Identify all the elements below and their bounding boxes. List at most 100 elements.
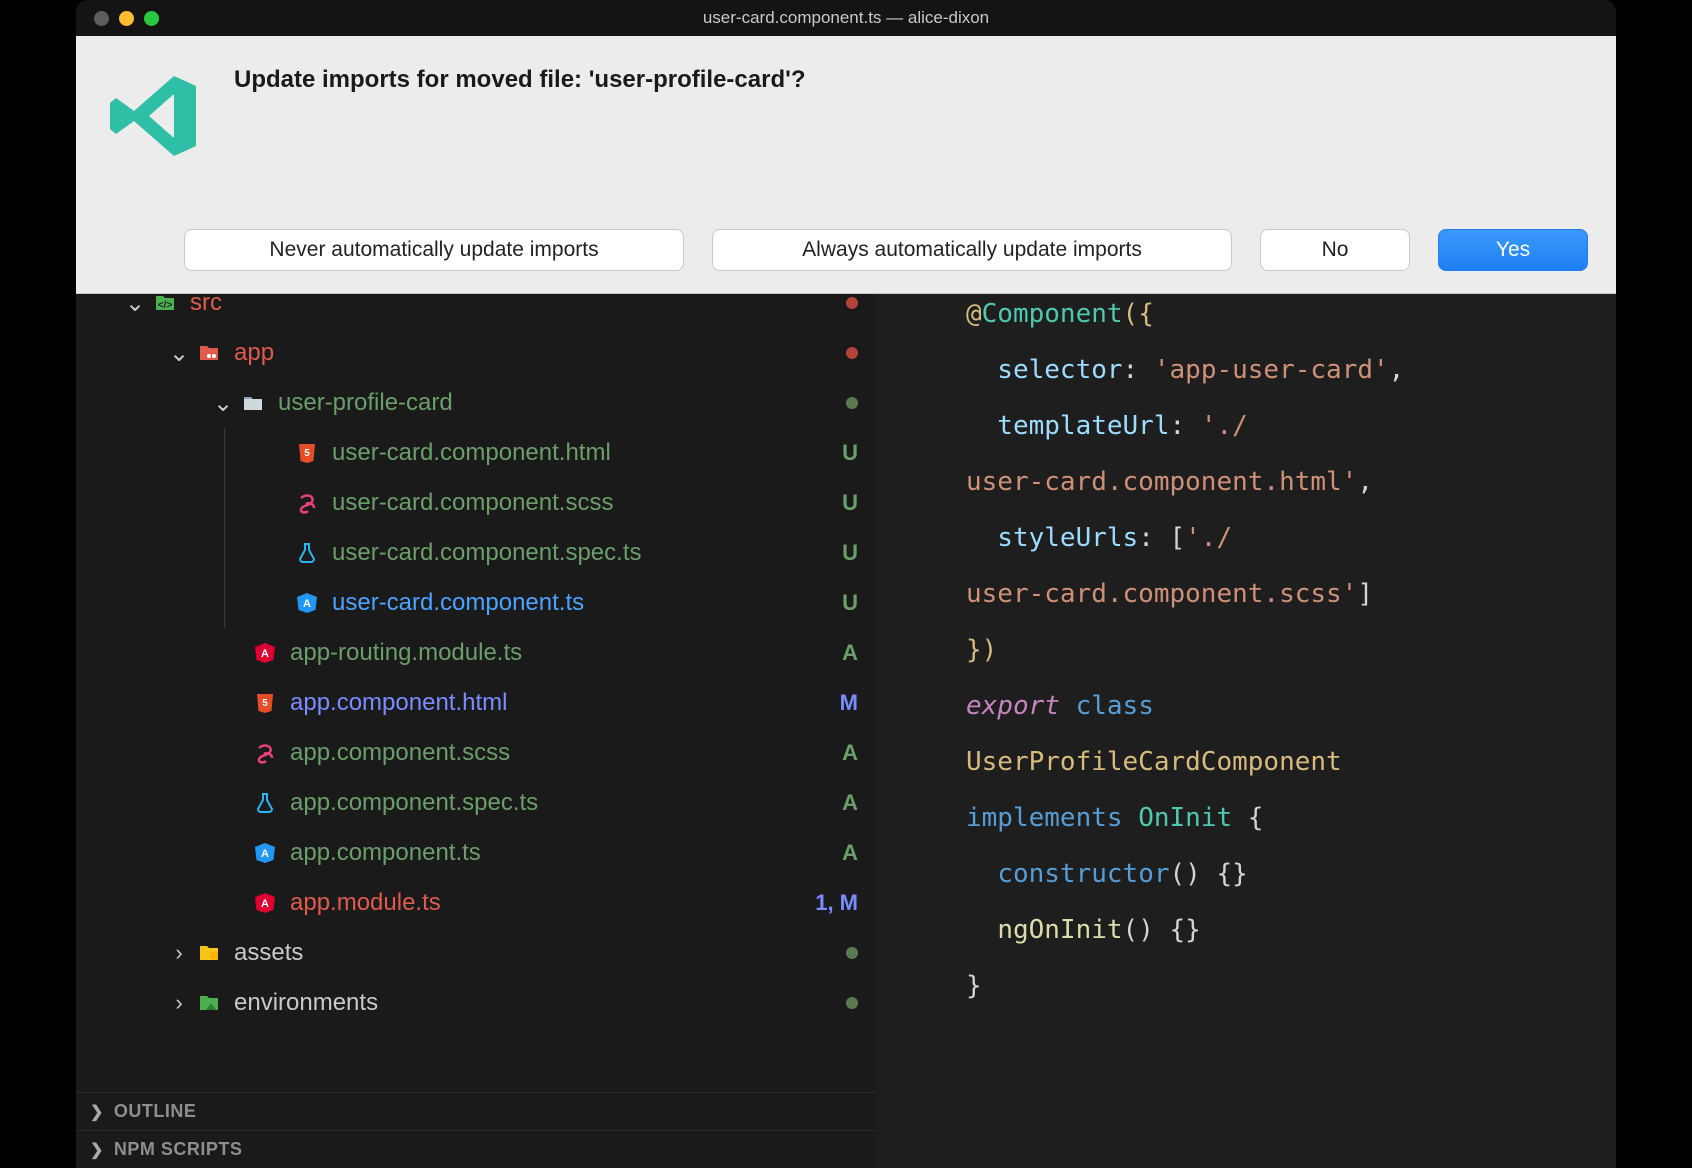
code-line: ngOnInit() {} xyxy=(966,902,1596,958)
never-update-button[interactable]: Never automatically update imports xyxy=(184,229,684,271)
tree-item-environments[interactable]: › environments xyxy=(76,978,876,1028)
html-icon: 5 xyxy=(294,440,320,466)
tree-item-uc-ts[interactable]: Auser-card.component.ts U xyxy=(76,578,876,628)
chevron-down-icon[interactable]: ⌄ xyxy=(168,339,190,368)
git-status-dot xyxy=(846,397,858,409)
chevron-right-icon: ❯ xyxy=(90,1102,104,1122)
titlebar: user-card.component.ts — alice-dixon xyxy=(76,0,1616,36)
code-line: user-card.component.html', xyxy=(966,454,1596,510)
git-status-dot xyxy=(846,997,858,1009)
assets-icon xyxy=(196,940,222,966)
svg-text:A: A xyxy=(303,598,311,610)
chevron-right-icon[interactable]: › xyxy=(168,990,190,1016)
tree-item-user-profile-card[interactable]: ⌄ user-profile-card xyxy=(76,378,876,428)
chevron-right-icon: ❯ xyxy=(90,1140,104,1160)
yes-button[interactable]: Yes xyxy=(1438,229,1588,271)
window-title: user-card.component.ts — alice-dixon xyxy=(76,8,1616,28)
tree-item-label: user-card.component.spec.ts xyxy=(332,539,830,567)
git-status-badge: U xyxy=(838,590,858,616)
env-icon xyxy=(196,990,222,1016)
tree-item-app-module[interactable]: Aapp.module.ts 1, M xyxy=(76,878,876,928)
update-imports-dialog: Update imports for moved file: 'user-pro… xyxy=(76,36,1616,294)
git-status-badge: A xyxy=(838,790,858,816)
folder-icon xyxy=(240,390,266,416)
code-line: styleUrls: ['./ xyxy=(966,510,1596,566)
tree-item-label: assets xyxy=(234,939,838,967)
spec-icon xyxy=(252,790,278,816)
code-line: }) xyxy=(966,622,1596,678)
svg-text:A: A xyxy=(261,648,269,660)
git-status-dot xyxy=(846,297,858,309)
tree-item-label: app.component.ts xyxy=(290,839,830,867)
git-status-badge: U xyxy=(838,440,858,466)
no-button[interactable]: No xyxy=(1260,229,1410,271)
outline-panel-header[interactable]: ❯ OUTLINE xyxy=(76,1092,876,1130)
tree-item-app[interactable]: ⌄ app xyxy=(76,328,876,378)
tree-item-uc-spec[interactable]: user-card.component.spec.ts U xyxy=(76,528,876,578)
svg-text:A: A xyxy=(261,898,269,910)
tree-item-label: app.component.spec.ts xyxy=(290,789,830,817)
svg-text:5: 5 xyxy=(304,448,310,459)
tree-item-app-html[interactable]: 5 app.component.html M xyxy=(76,678,876,728)
git-status-badge: U xyxy=(838,490,858,516)
git-status-badge: U xyxy=(838,540,858,566)
window-controls xyxy=(94,11,159,26)
tree-item-label: app.component.scss xyxy=(290,739,830,767)
tree-item-app-scss[interactable]: app.component.scss A xyxy=(76,728,876,778)
angular-icon: A xyxy=(252,840,278,866)
npm-scripts-panel-header[interactable]: ❯ NPM SCRIPTS xyxy=(76,1130,876,1168)
minimize-window-button[interactable] xyxy=(119,11,134,26)
angular-icon: A xyxy=(252,890,278,916)
svg-text:A: A xyxy=(261,848,269,860)
code-line: user-card.component.scss'] xyxy=(966,566,1596,622)
tree-item-label: user-card.component.html xyxy=(332,439,830,467)
chevron-down-icon[interactable]: ⌄ xyxy=(212,389,234,418)
git-status-badge: A xyxy=(838,640,858,666)
code-line: implements OnInit { xyxy=(966,790,1596,846)
code-line: export class xyxy=(966,678,1596,734)
tree-item-assets[interactable]: › assets xyxy=(76,928,876,978)
tree-item-app-routing[interactable]: Aapp-routing.module.ts A xyxy=(76,628,876,678)
tree-item-uc-scss[interactable]: user-card.component.scss U xyxy=(76,478,876,528)
editor-window: user-card.component.ts — alice-dixon Upd… xyxy=(76,0,1616,1168)
tree-item-label: user-profile-card xyxy=(278,389,838,417)
scss-icon xyxy=(294,490,320,516)
git-status-badge: A xyxy=(838,740,858,766)
npm-scripts-label: NPM SCRIPTS xyxy=(114,1139,243,1160)
zoom-window-button[interactable] xyxy=(144,11,159,26)
chevron-right-icon[interactable]: › xyxy=(168,940,190,966)
angular-icon: A xyxy=(252,640,278,666)
git-status-badge: M xyxy=(838,690,858,716)
vscode-logo-icon xyxy=(104,66,204,166)
tree-item-label: user-card.component.ts xyxy=(332,589,830,617)
close-window-button[interactable] xyxy=(94,11,109,26)
dialog-message: Update imports for moved file: 'user-pro… xyxy=(234,66,806,94)
code-line: UserProfileCardComponent xyxy=(966,734,1596,790)
git-status-badge: 1, M xyxy=(815,890,858,916)
tree-item-uc-html[interactable]: 5 user-card.component.html U xyxy=(76,428,876,478)
tree-item-label: app-routing.module.ts xyxy=(290,639,830,667)
folder-module-icon xyxy=(196,340,222,366)
tree-item-label: app.module.ts xyxy=(290,889,807,917)
code-line: templateUrl: './ xyxy=(966,398,1596,454)
spec-icon xyxy=(294,540,320,566)
html-icon: 5 xyxy=(252,690,278,716)
git-status-dot xyxy=(846,347,858,359)
code-line: constructor() {} xyxy=(966,846,1596,902)
svg-text:</>: </> xyxy=(158,300,173,311)
tree-item-app-spec[interactable]: app.component.spec.ts A xyxy=(76,778,876,828)
code-line: } xyxy=(966,958,1596,1014)
code-line: @Component({ xyxy=(966,286,1596,342)
tree-item-label: app xyxy=(234,339,838,367)
always-update-button[interactable]: Always automatically update imports xyxy=(712,229,1232,271)
tree-item-label: app.component.html xyxy=(290,689,830,717)
svg-text:5: 5 xyxy=(262,698,268,709)
tree-item-label: environments xyxy=(234,989,838,1017)
angular-icon: A xyxy=(294,590,320,616)
scss-icon xyxy=(252,740,278,766)
git-status-dot xyxy=(846,947,858,959)
code-line: selector: 'app-user-card', xyxy=(966,342,1596,398)
outline-label: OUTLINE xyxy=(114,1101,197,1122)
tree-item-label: user-card.component.scss xyxy=(332,489,830,517)
tree-item-app-ts[interactable]: Aapp.component.tsA xyxy=(76,828,876,878)
